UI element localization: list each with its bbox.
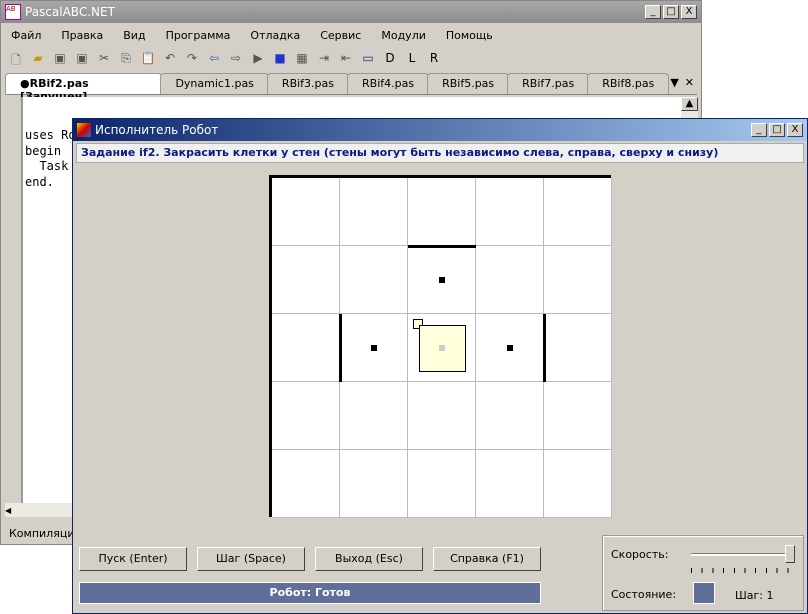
app-icon: AB bbox=[5, 4, 21, 20]
tab-rbif3[interactable]: RBif3.pas bbox=[266, 73, 349, 94]
run-button[interactable]: Пуск (Enter) bbox=[79, 547, 187, 571]
tab-rbif5[interactable]: RBif5.pas bbox=[427, 73, 510, 94]
state-label: Состояние: bbox=[611, 588, 677, 601]
robot-title: Исполнитель Робот bbox=[95, 123, 219, 137]
field-cell bbox=[476, 178, 544, 246]
menu-modules[interactable]: Модули bbox=[371, 29, 436, 42]
step-button[interactable]: Шаг (Space) bbox=[197, 547, 305, 571]
redo-icon[interactable]: ↷ bbox=[183, 51, 201, 67]
field-cell bbox=[272, 246, 340, 314]
control-panel: Скорость: Состояние: Шаг: 1 bbox=[602, 535, 804, 611]
menu-file[interactable]: Файл bbox=[1, 29, 51, 42]
field-cell bbox=[476, 382, 544, 450]
state-indicator bbox=[693, 582, 715, 604]
tab-rbif2[interactable]: ●RBif2.pas [Запущен] bbox=[5, 73, 163, 103]
outdent-icon[interactable]: ⇤ bbox=[337, 51, 355, 67]
tab-rbif8[interactable]: RBif8.pas bbox=[587, 73, 670, 94]
robot-minimize-button[interactable]: _ bbox=[751, 123, 767, 137]
field-cell bbox=[272, 450, 340, 518]
field-cell bbox=[408, 178, 476, 246]
ide-title: PascalABC.NET bbox=[25, 5, 115, 19]
field-cell bbox=[272, 382, 340, 450]
field-cell bbox=[408, 450, 476, 518]
paint-marker bbox=[371, 345, 377, 351]
save-all-icon[interactable]: ▣ bbox=[73, 51, 91, 67]
robot-status-bar: Робот: Готов bbox=[79, 582, 541, 604]
speed-label: Скорость: bbox=[611, 548, 669, 561]
wall bbox=[408, 245, 476, 248]
output-tab-compilation[interactable]: Компиляция bbox=[9, 527, 81, 540]
field-cell bbox=[476, 246, 544, 314]
console-icon[interactable]: ▭ bbox=[359, 51, 377, 67]
copy-icon[interactable]: ⎘ bbox=[117, 51, 135, 67]
robot-close-button[interactable]: X bbox=[787, 123, 803, 137]
task-description: Задание if2. Закрасить клетки у стен (ст… bbox=[76, 143, 804, 163]
field-cell bbox=[544, 314, 612, 382]
doc-d-icon[interactable]: D bbox=[381, 51, 399, 67]
file-tabs: ●RBif2.pas [Запущен] Dynamic1.pas RBif3.… bbox=[5, 73, 697, 103]
robot-field bbox=[269, 175, 612, 518]
save-icon[interactable]: ▣ bbox=[51, 51, 69, 67]
maximize-button[interactable]: □ bbox=[663, 5, 679, 19]
menu-help[interactable]: Помощь bbox=[436, 29, 503, 42]
field-cell bbox=[340, 382, 408, 450]
tab-rbif4[interactable]: RBif4.pas bbox=[347, 73, 430, 94]
speed-slider-thumb[interactable] bbox=[785, 545, 795, 563]
run-icon[interactable]: ▶ bbox=[249, 51, 267, 67]
field-cell bbox=[544, 178, 612, 246]
robot-titlebar: Исполнитель Робот _ □ X bbox=[73, 119, 807, 141]
tab-close-icon[interactable]: ✕ bbox=[682, 73, 697, 94]
robot-window: Исполнитель Робот _ □ X Задание if2. Закра… bbox=[72, 118, 808, 614]
open-folder-icon[interactable]: ▰ bbox=[29, 51, 47, 67]
field-cell bbox=[340, 178, 408, 246]
field-cell bbox=[408, 382, 476, 450]
menu-bar: Файл Правка Вид Программа Отладка Сервис… bbox=[1, 23, 701, 47]
field-cell bbox=[544, 246, 612, 314]
robot-app-icon bbox=[77, 123, 91, 137]
indent-icon[interactable]: ⇥ bbox=[315, 51, 333, 67]
field-cell bbox=[544, 382, 612, 450]
ide-titlebar: AB PascalABC.NET _ □ X bbox=[1, 1, 701, 23]
field-cell bbox=[272, 178, 340, 246]
menu-debug[interactable]: Отладка bbox=[240, 29, 310, 42]
toolbar: 🗋 ▰ ▣ ▣ ✂ ⎘ 📋 ↶ ↷ ⇦ ⇨ ▶ ■ ▦ ⇥ ⇤ ▭ DLR bbox=[1, 47, 701, 71]
menu-edit[interactable]: Правка bbox=[51, 29, 113, 42]
field-cell bbox=[340, 246, 408, 314]
field-cell bbox=[476, 450, 544, 518]
paint-marker bbox=[507, 345, 513, 351]
horizontal-scrollbar[interactable]: ◀ bbox=[5, 503, 75, 517]
doc-l-icon[interactable]: L bbox=[403, 51, 421, 67]
step-counter: Шаг: 1 bbox=[735, 589, 774, 602]
tab-list-icon[interactable]: ▼ bbox=[667, 73, 681, 94]
close-button[interactable]: X bbox=[681, 5, 697, 19]
new-file-icon[interactable]: 🗋 bbox=[7, 51, 25, 67]
menu-program[interactable]: Программа bbox=[156, 29, 241, 42]
doc-r-icon[interactable]: R bbox=[425, 51, 443, 67]
exit-button[interactable]: Выход (Esc) bbox=[315, 547, 423, 571]
help-button[interactable]: Справка (F1) bbox=[433, 547, 541, 571]
wall bbox=[339, 314, 342, 382]
robot-maximize-button[interactable]: □ bbox=[769, 123, 785, 137]
navigate-forward-icon[interactable]: ⇨ bbox=[227, 51, 245, 67]
field-cell bbox=[340, 450, 408, 518]
tab-dynamic1[interactable]: Dynamic1.pas bbox=[160, 73, 269, 94]
paste-icon[interactable]: 📋 bbox=[139, 51, 157, 67]
minimize-button[interactable]: _ bbox=[645, 5, 661, 19]
navigate-back-icon[interactable]: ⇦ bbox=[205, 51, 223, 67]
menu-view[interactable]: Вид bbox=[113, 29, 155, 42]
compile-icon[interactable]: ▦ bbox=[293, 51, 311, 67]
stop-icon[interactable]: ■ bbox=[271, 51, 289, 67]
speed-slider[interactable] bbox=[691, 545, 795, 573]
robot bbox=[419, 325, 466, 372]
cut-icon[interactable]: ✂ bbox=[95, 51, 113, 67]
field-cell bbox=[272, 314, 340, 382]
wall bbox=[543, 314, 546, 382]
undo-icon[interactable]: ↶ bbox=[161, 51, 179, 67]
menu-service[interactable]: Сервис bbox=[310, 29, 371, 42]
tab-rbif7[interactable]: RBif7.pas bbox=[507, 73, 590, 94]
field-cell bbox=[544, 450, 612, 518]
paint-marker bbox=[439, 277, 445, 283]
